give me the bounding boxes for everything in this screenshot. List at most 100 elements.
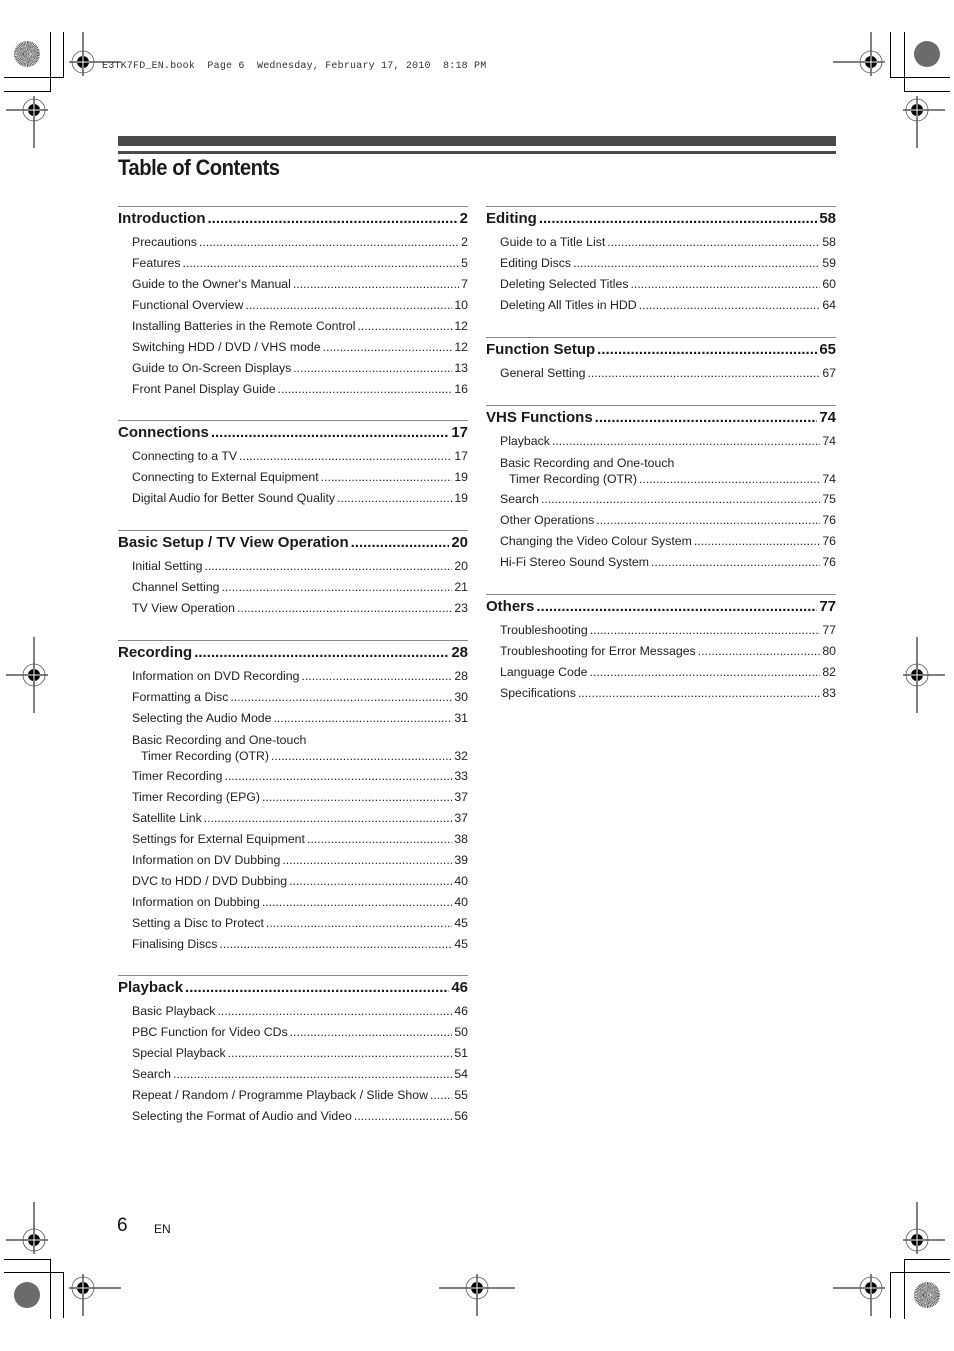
entry-title: Timer Recording (OTR) <box>141 749 269 763</box>
toc-entry[interactable]: Formatting a Disc 30 <box>118 687 468 708</box>
toc-entry[interactable]: Digital Audio for Better Sound Quality 19 <box>118 488 468 509</box>
toc-entry[interactable]: Information on DVD Recording 28 <box>118 666 468 687</box>
print-header: E3TK7FD_EN.book Page 6 Wednesday, Februa… <box>102 61 487 72</box>
leader-dots <box>173 1064 452 1085</box>
toc-section-heading[interactable]: Playback 46 <box>118 979 468 1001</box>
section-title: Editing <box>486 210 537 227</box>
toc-entry[interactable]: Deleting All Titles in HDD 64 <box>486 295 836 316</box>
toc-entry[interactable]: Language Code 82 <box>486 662 836 683</box>
leader-dots <box>639 471 820 487</box>
toc-section-heading[interactable]: Function Setup 65 <box>486 341 836 363</box>
entry-title: Troubleshooting for Error Messages <box>500 644 696 658</box>
toc-entry[interactable]: Information on DV Dubbing 39 <box>118 850 468 871</box>
leader-dots <box>266 913 452 934</box>
section-page: 2 <box>459 210 468 227</box>
leader-dots <box>194 644 449 661</box>
toc-section-heading[interactable]: Connections 17 <box>118 424 468 446</box>
entry-page: 39 <box>454 853 468 867</box>
entry-title: Troubleshooting <box>500 623 588 637</box>
toc-entry[interactable]: Connecting to External Equipment 19 <box>118 467 468 488</box>
entry-title: Setting a Disc to Protect <box>132 916 264 930</box>
entry-title: Repeat / Random / Programme Playback / S… <box>132 1088 428 1102</box>
leader-dots <box>282 850 452 871</box>
toc-entry[interactable]: TV View Operation 23 <box>118 598 468 619</box>
toc-entry[interactable]: Settings for External Equipment 38 <box>118 829 468 850</box>
entry-title: Other Operations <box>500 513 595 527</box>
toc-entry[interactable]: Other Operations 76 <box>486 510 836 531</box>
leader-dots <box>228 1043 453 1064</box>
toc-entry[interactable]: PBC Function for Video CDs 50 <box>118 1022 468 1043</box>
entry-title: Hi-Fi Stereo Sound System <box>500 555 649 569</box>
toc-entry[interactable]: Specifications 83 <box>486 683 836 704</box>
entry-title: Functional Overview <box>132 298 244 312</box>
toc-section: Function Setup 65 General Setting 67 <box>486 337 836 384</box>
toc-section-heading[interactable]: VHS Functions 74 <box>486 409 836 431</box>
leader-dots <box>289 871 452 892</box>
toc-section: Playback 46 Basic Playback 46 PBC Function f… <box>118 975 468 1127</box>
toc-entry[interactable]: Special Playback 51 <box>118 1043 468 1064</box>
leader-dots <box>219 934 452 955</box>
toc-entry[interactable]: Basic Recording and One-touch Timer Recor… <box>118 729 468 766</box>
toc-entry[interactable]: Deleting Selected Titles 60 <box>486 274 836 295</box>
toc-entry[interactable]: Selecting the Format of Audio and Video 5… <box>118 1106 468 1127</box>
toc-entry[interactable]: Editing Discs 59 <box>486 253 836 274</box>
toc-entry[interactable]: Search 75 <box>486 489 836 510</box>
toc-entry[interactable]: Search 54 <box>118 1064 468 1085</box>
toc-entry[interactable]: Timer Recording 33 <box>118 766 468 787</box>
toc-entry[interactable]: Basic Recording and One-touch Timer Recor… <box>486 452 836 489</box>
toc-section-heading[interactable]: Editing 58 <box>486 210 836 232</box>
toc-entry[interactable]: Initial Setting 20 <box>118 556 468 577</box>
section-title: VHS Functions <box>486 409 593 426</box>
entry-page: 13 <box>454 361 468 375</box>
gray-target-icon <box>914 41 940 67</box>
toc-section-heading[interactable]: Basic Setup / TV View Operation 20 <box>118 534 468 556</box>
entry-title: Initial Setting <box>132 559 203 573</box>
toc-entry[interactable]: Guide to a Title List 58 <box>486 232 836 253</box>
toc-entry[interactable]: Basic Playback 46 <box>118 1001 468 1022</box>
toc-entry[interactable]: Setting a Disc to Protect 45 <box>118 913 468 934</box>
toc-entry[interactable]: Installing Batteries in the Remote Contr… <box>118 316 468 337</box>
leader-dots <box>207 210 457 227</box>
toc-entry[interactable]: Functional Overview 10 <box>118 295 468 316</box>
entry-page: 37 <box>454 790 468 804</box>
toc-section-heading[interactable]: Others 77 <box>486 598 836 620</box>
leader-dots <box>217 1001 452 1022</box>
section-page: 58 <box>819 210 836 227</box>
toc-entry[interactable]: Finalising Discs 45 <box>118 934 468 955</box>
entry-title: Basic Playback <box>132 1004 216 1018</box>
toc-entry[interactable]: Front Panel Display Guide 16 <box>118 379 468 400</box>
toc-entry[interactable]: Precautions 2 <box>118 232 468 253</box>
leader-dots <box>230 687 452 708</box>
toc-section: Basic Setup / TV View Operation20Initial… <box>118 530 468 619</box>
toc-entry[interactable]: Hi-Fi Stereo Sound System 76 <box>486 552 836 573</box>
toc-section-heading[interactable]: Introduction 2 <box>118 210 468 232</box>
leader-dots <box>211 424 449 441</box>
toc-entry[interactable]: Features 5 <box>118 253 468 274</box>
toc-entry[interactable]: Timer Recording (EPG) 37 <box>118 787 468 808</box>
toc-entry[interactable]: Guide to the Owner's Manual 7 <box>118 274 468 295</box>
toc-entry[interactable]: Repeat / Random / Programme Playback / S… <box>118 1085 468 1106</box>
entry-title: Language Code <box>500 665 588 679</box>
toc-section-heading[interactable]: Recording 28 <box>118 644 468 666</box>
toc-entry[interactable]: Satellite Link 37 <box>118 808 468 829</box>
section-page: 74 <box>819 409 836 426</box>
toc-entry[interactable]: Information on Dubbing 40 <box>118 892 468 913</box>
star-target-icon <box>14 41 40 67</box>
toc-entry[interactable]: Channel Setting 21 <box>118 577 468 598</box>
toc-entry[interactable]: Guide to On-Screen Displays 13 <box>118 358 468 379</box>
entry-page: 60 <box>822 277 836 291</box>
toc-entry[interactable]: Selecting the Audio Mode 31 <box>118 708 468 729</box>
leader-dots <box>597 341 817 358</box>
toc-entry[interactable]: Troubleshooting for Error Messages 80 <box>486 641 836 662</box>
toc-entry[interactable]: Troubleshooting 77 <box>486 620 836 641</box>
entry-title: Selecting the Audio Mode <box>132 711 272 725</box>
toc-entry[interactable]: Connecting to a TV 17 <box>118 446 468 467</box>
crop-line <box>890 32 891 78</box>
toc-entry[interactable]: Switching HDD / DVD / VHS mode 12 <box>118 337 468 358</box>
toc-entry[interactable]: DVC to HDD / DVD Dubbing 40 <box>118 871 468 892</box>
toc-entry[interactable]: General Setting 67 <box>486 363 836 384</box>
toc-entry[interactable]: Playback 74 <box>486 431 836 452</box>
entry-page: 54 <box>454 1067 468 1081</box>
entry-title: Guide to On-Screen Displays <box>132 361 292 375</box>
toc-entry[interactable]: Changing the Video Colour System 76 <box>486 531 836 552</box>
